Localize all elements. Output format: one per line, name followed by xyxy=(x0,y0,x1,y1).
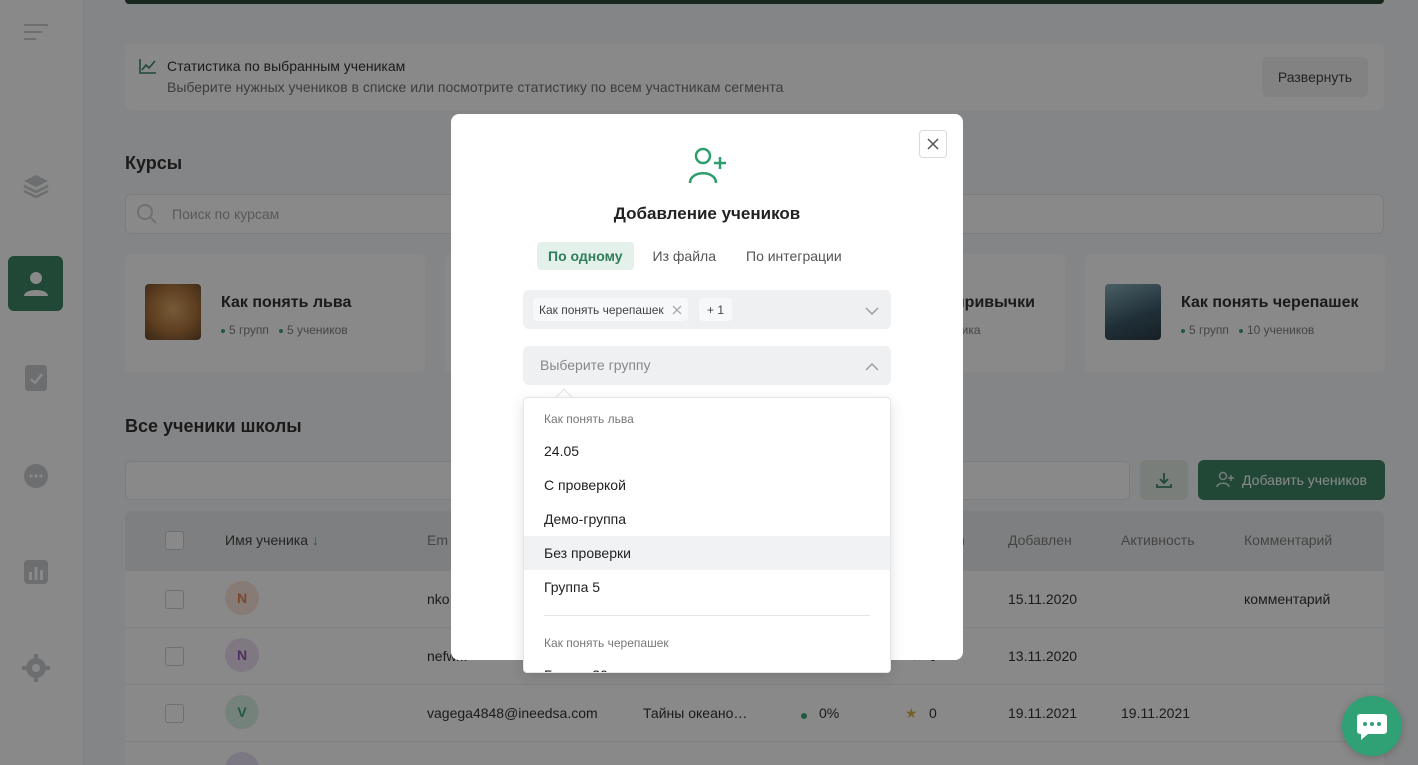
dropdown-group-header: Как понять льва xyxy=(544,412,634,426)
close-icon xyxy=(927,138,939,150)
course-chip-label: Как понять черепашек xyxy=(539,302,664,317)
close-button[interactable] xyxy=(919,130,947,158)
modal-title: Добавление учеников xyxy=(613,204,801,223)
modal-tabs: По одному Из файла По интеграции xyxy=(537,242,853,270)
group-select[interactable]: Выберите группу xyxy=(523,346,891,385)
dropdown-item-hovered[interactable]: Без проверки xyxy=(524,536,890,570)
chat-icon xyxy=(1357,714,1387,740)
course-chip: Как понять черепашек xyxy=(533,298,688,321)
chevron-down-icon xyxy=(865,303,879,321)
tab-from-file[interactable]: Из файла xyxy=(642,242,727,270)
dropdown-item[interactable]: Группа 20 xyxy=(524,658,890,672)
more-chip: + 1 xyxy=(699,298,733,321)
add-user-icon xyxy=(687,146,727,191)
chat-support-button[interactable] xyxy=(1342,696,1402,756)
course-select[interactable]: Как понять черепашек + 1 xyxy=(523,290,891,329)
dropdown-item[interactable]: Группа 5 xyxy=(524,570,890,604)
tab-one-by-one[interactable]: По одному xyxy=(537,242,634,270)
chip-remove-icon[interactable] xyxy=(672,305,682,315)
dropdown-divider xyxy=(544,615,870,616)
group-dropdown: Как понять льва 24.05 С проверкой Демо-г… xyxy=(523,397,891,673)
dropdown-item[interactable]: С проверкой xyxy=(524,468,890,502)
chevron-up-icon xyxy=(865,359,879,377)
dropdown-item[interactable]: Демо-группа xyxy=(524,502,890,536)
dropdown-item[interactable]: 24.05 xyxy=(524,434,890,468)
group-select-placeholder: Выберите группу xyxy=(540,357,651,373)
tab-integration[interactable]: По интеграции xyxy=(735,242,853,270)
dropdown-group-header: Как понять черепашек xyxy=(544,636,669,650)
